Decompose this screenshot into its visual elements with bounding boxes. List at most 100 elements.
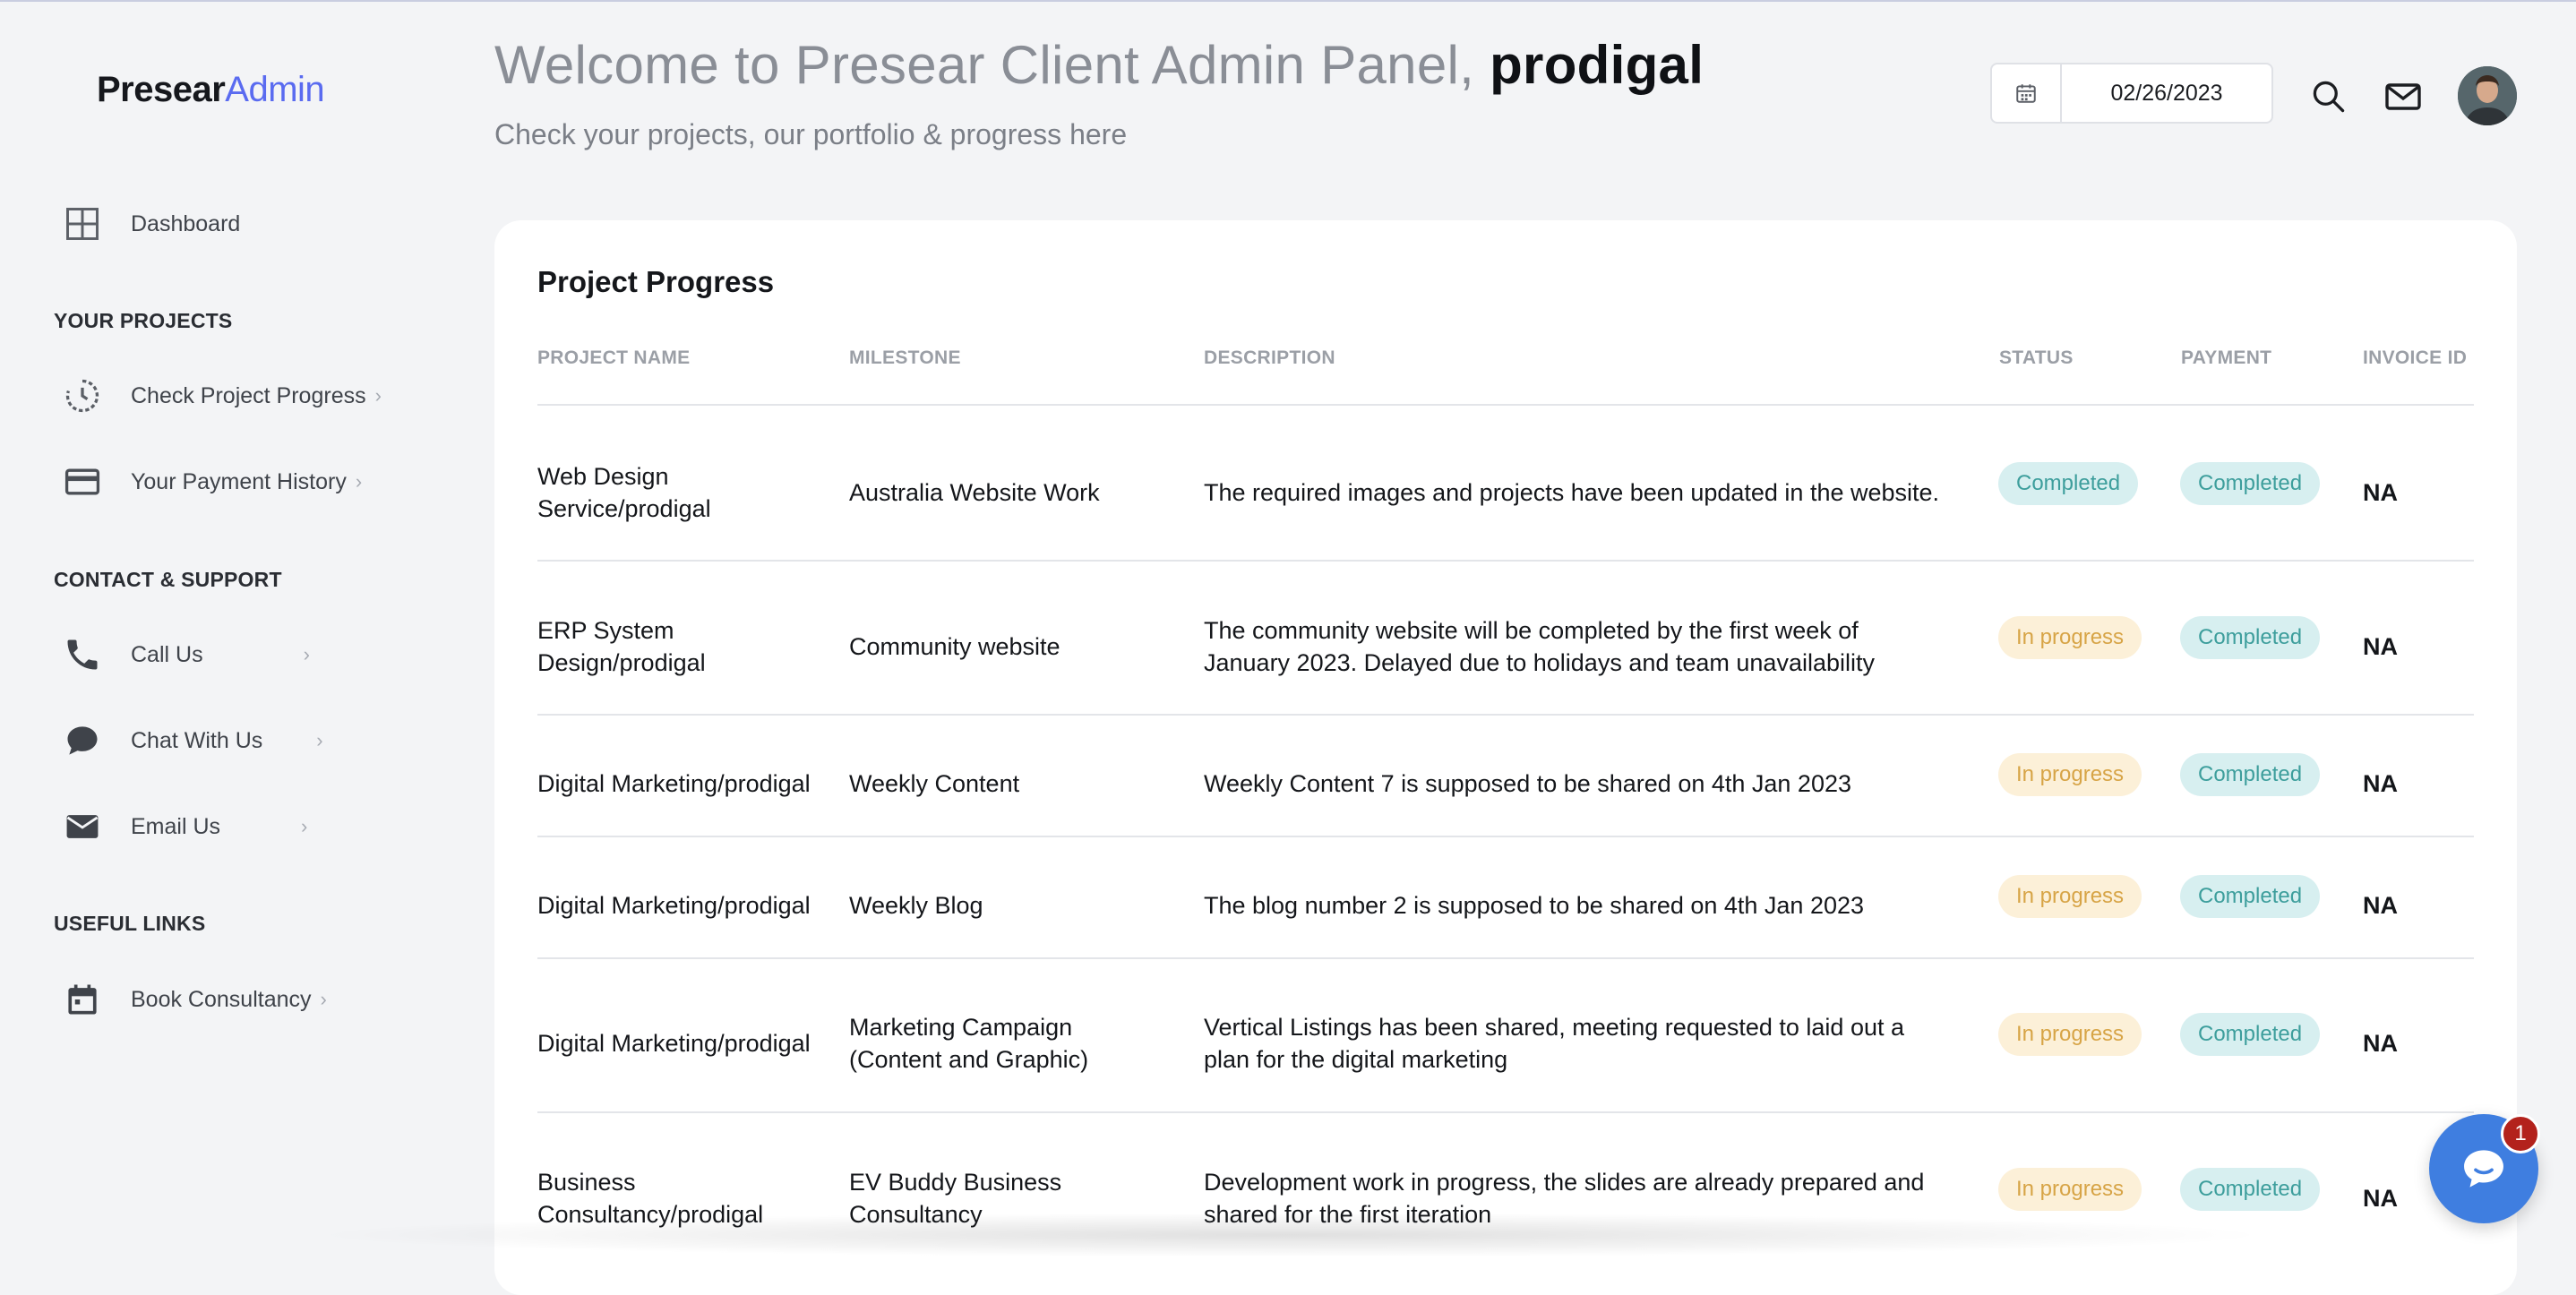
username: prodigal [1490,35,1704,95]
cell-invoice: NA [2363,892,2398,919]
sidebar-item-payment-history[interactable]: Your Payment History › [61,459,362,505]
column-header-description: DESCRIPTION [1204,347,1335,368]
cell-milestone: EV Buddy Business [849,1169,1062,1196]
sidebar-item-email-us[interactable]: Email Us › [61,803,307,850]
cell-invoice: NA [2363,1185,2398,1212]
column-header-project: PROJECT NAME [537,347,691,368]
search-icon[interactable] [2306,73,2352,120]
calendar-icon[interactable] [1992,64,2062,122]
row-divider [537,714,2474,716]
cell-description: shared for the first iteration [1204,1201,1492,1228]
mail-icon[interactable] [2380,73,2426,120]
cell-project: Web Design [537,463,669,490]
cell-project: Design/prodigal [537,649,706,676]
dashboard-grid-icon [61,202,104,245]
cell-milestone: Weekly Blog [849,892,983,919]
sidebar-item-dashboard[interactable]: Dashboard [61,201,240,247]
chevron-right-icon: › [355,470,363,493]
sidebar-item-label: Chat With Us [131,727,263,753]
cell-invoice: NA [2363,1030,2398,1057]
status-badge: In progress [1998,1013,2142,1056]
cell-description: January 2023. Delayed due to holidays an… [1204,649,1875,676]
chat-bubble-icon [2464,1150,2503,1188]
date-picker[interactable]: 02/26/2023 [1990,63,2273,124]
column-header-status: STATUS [1999,347,2074,368]
payment-badge: Completed [2180,1168,2321,1211]
page-subtitle: Check your projects, our portfolio & pro… [494,118,1128,150]
cell-milestone: Marketing Campaign [849,1014,1073,1041]
cell-invoice: NA [2363,479,2398,506]
cell-project: Digital Marketing/prodigal [537,770,811,797]
sidebar-item-label: Your Payment History [131,468,347,494]
sidebar-item-call-us[interactable]: Call Us › [61,631,310,678]
cell-description: The community website will be completed … [1204,617,1859,644]
chevron-right-icon: › [303,643,310,665]
sidebar-item-label: Book Consultancy [131,986,312,1012]
cell-description: Weekly Content 7 is supposed to be share… [1204,770,1851,797]
calendar-icon [61,978,104,1021]
status-badge: In progress [1998,1168,2142,1211]
cell-description: The required images and projects have be… [1204,479,1940,506]
cell-milestone: Community website [849,633,1060,660]
sidebar-item-label: Call Us [131,641,203,667]
column-header-invoice: INVOICE ID [2363,347,2468,368]
status-badge: In progress [1998,875,2142,918]
cell-project: Service/prodigal [537,495,711,522]
row-divider [537,957,2474,959]
row-divider [537,1111,2474,1113]
sidebar-item-label: Dashboard [131,210,241,236]
cell-invoice: NA [2363,770,2398,797]
brand-logo[interactable]: PresearAdmin [97,70,325,110]
date-value[interactable]: 02/26/2023 [2062,64,2271,122]
credit-card-icon [61,460,104,503]
phone-icon [61,633,104,676]
cell-project: Digital Marketing/prodigal [537,892,811,919]
row-divider [537,836,2474,837]
column-header-milestone: MILESTONE [849,347,961,368]
clock-history-icon [61,374,104,417]
cell-project: Consultancy/prodigal [537,1201,764,1228]
cell-milestone: Consultancy [849,1201,983,1228]
payment-badge: Completed [2180,875,2321,918]
cell-milestone: Weekly Content [849,770,1020,797]
welcome-text: Welcome to Presear Client Admin Panel, [494,35,1490,95]
avatar[interactable] [2458,66,2517,125]
sidebar-item-chat-with-us[interactable]: Chat With Us › [61,717,323,764]
sidebar-item-label: Check Project Progress [131,382,366,408]
chevron-right-icon: › [374,384,382,407]
header-divider [537,404,2474,406]
cell-milestone: Australia Website Work [849,479,1100,506]
sidebar-item-book-consultancy[interactable]: Book Consultancy › [61,976,327,1023]
payment-badge: Completed [2180,753,2321,796]
brand-name: Presear [97,70,226,109]
status-badge: In progress [1998,616,2142,659]
sidebar-item-label: Email Us [131,813,221,839]
section-useful-links: USEFUL LINKS [54,912,206,935]
cell-invoice: NA [2363,633,2398,660]
payment-badge: Completed [2180,462,2321,505]
chat-bubble-icon [61,719,104,762]
page-title: Welcome to Presear Client Admin Panel, p… [494,34,1704,96]
section-your-projects: YOUR PROJECTS [54,309,233,332]
chevron-right-icon: › [320,988,327,1010]
cell-description: Development work in progress, the slides… [1204,1169,1925,1196]
status-badge: Completed [1998,462,2139,505]
mail-icon [61,805,104,848]
chevron-right-icon: › [301,815,308,837]
card-title: Project Progress [537,265,775,298]
cell-description: The blog number 2 is supposed to be shar… [1204,892,1865,919]
cell-milestone: (Content and Graphic) [849,1046,1089,1073]
column-header-payment: PAYMENT [2181,347,2272,368]
project-progress-card: Project Progress PROJECT NAME MILESTONE … [494,220,2517,1295]
cell-project: Digital Marketing/prodigal [537,1030,811,1057]
cell-description: Vertical Listings has been shared, meeti… [1204,1014,1904,1041]
unread-count-badge: 1 [2501,1114,2540,1153]
brand-suffix: Admin [225,70,325,109]
status-badge: In progress [1998,753,2142,796]
section-contact-support: CONTACT & SUPPORT [54,568,282,591]
chevron-right-icon: › [316,729,323,751]
cell-project: ERP System [537,617,674,644]
sidebar-item-check-progress[interactable]: Check Project Progress › [61,373,382,419]
cell-project: Business [537,1169,636,1196]
cell-description: plan for the digital marketing [1204,1046,1508,1073]
